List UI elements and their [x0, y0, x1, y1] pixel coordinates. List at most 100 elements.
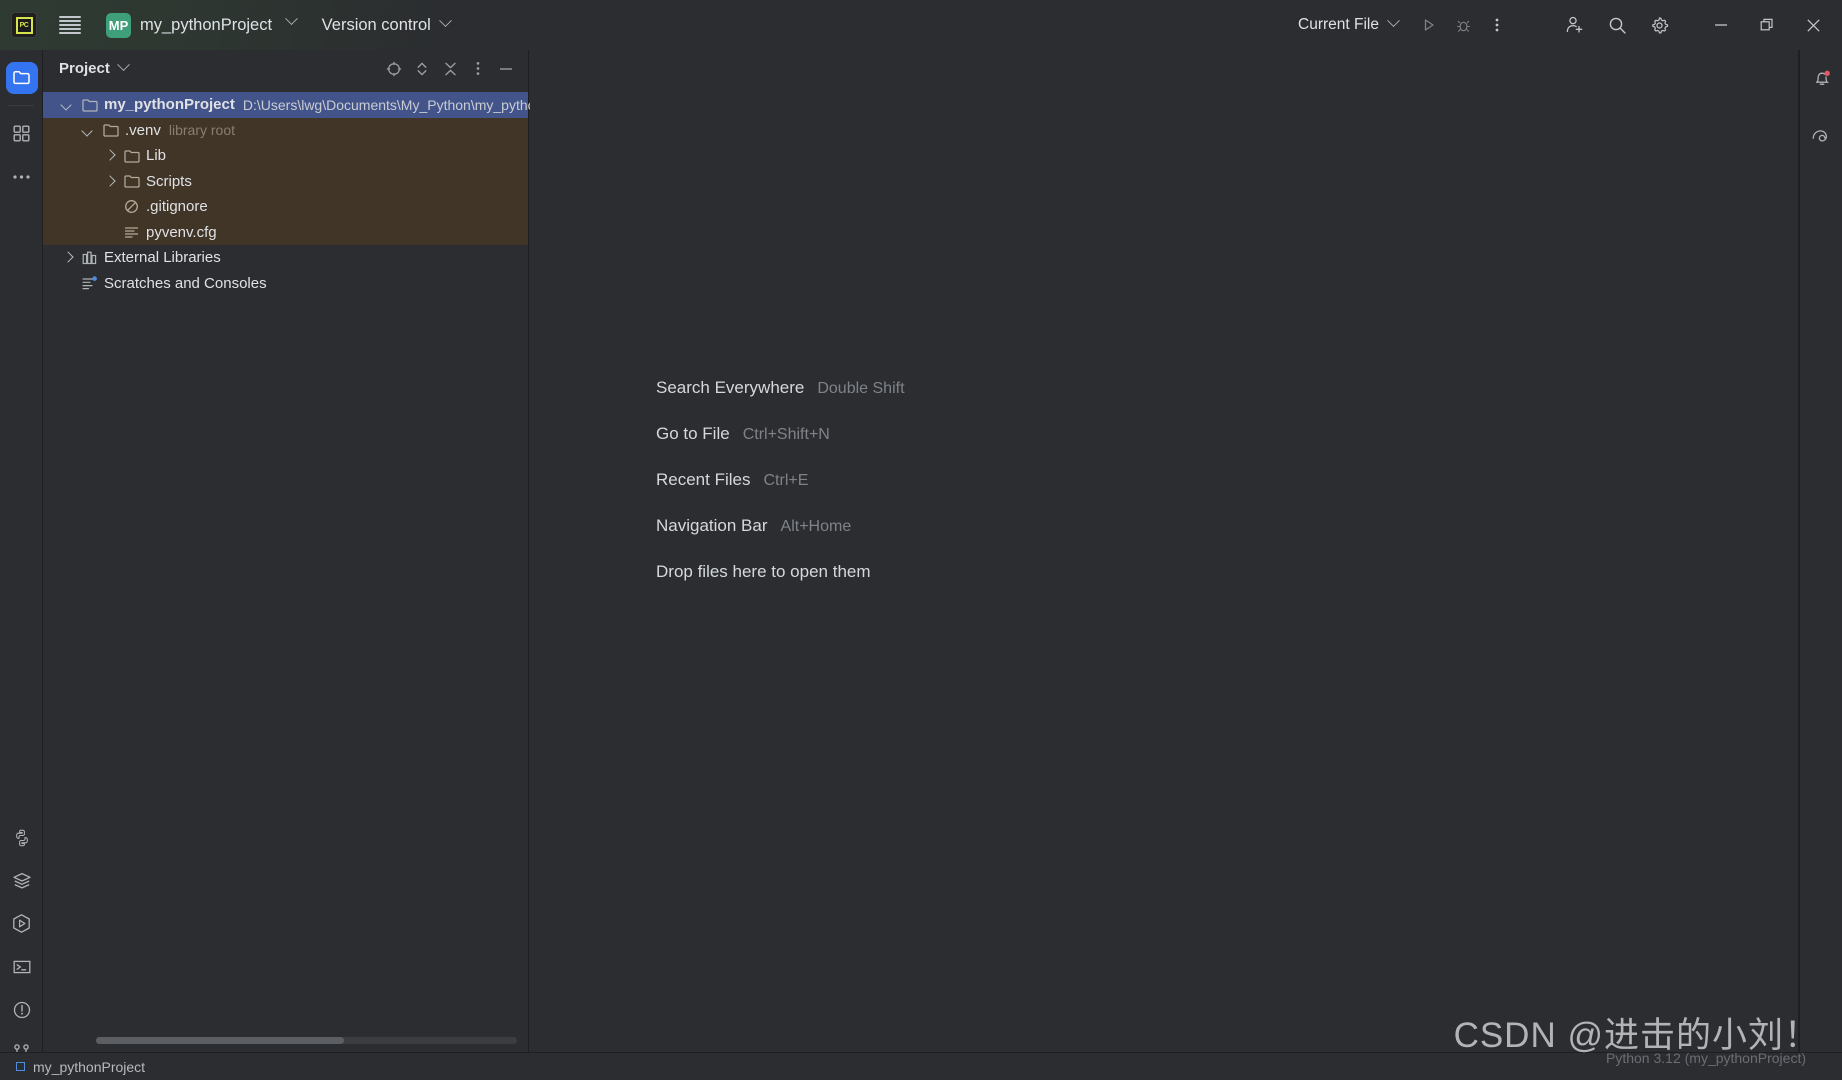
more-vertical-icon[interactable] — [1480, 8, 1514, 42]
sidebar-item-project[interactable] — [0, 56, 43, 99]
tree-row[interactable]: External Libraries — [43, 245, 528, 271]
more-vertical-icon[interactable] — [464, 55, 492, 83]
editor-hint-label: Go to File — [656, 424, 730, 443]
editor-hint-label: Search Everywhere — [656, 378, 805, 397]
close-icon[interactable] — [1790, 0, 1836, 50]
pycharm-window: PC MP my_pythonProject Version control C… — [0, 0, 1842, 1080]
tree-arrow-placeholder — [103, 226, 116, 239]
chevron-right-icon[interactable] — [61, 251, 74, 264]
status-project-label: my_pythonProject — [33, 1058, 146, 1075]
run-configuration-label: Current File — [1298, 16, 1379, 33]
notifications-button[interactable] — [1800, 56, 1842, 99]
status-project[interactable]: my_pythonProject — [16, 1059, 145, 1075]
library-icon — [80, 250, 99, 266]
gear-icon[interactable] — [1642, 8, 1676, 42]
scratches-icon — [80, 275, 99, 291]
horizontal-scrollbar[interactable] — [96, 1037, 517, 1044]
chevron-down-icon[interactable] — [82, 124, 95, 137]
tree-row[interactable]: pyvenv.cfg — [43, 219, 528, 245]
tree-arrow-placeholder — [61, 277, 74, 290]
tree-row-label: External Libraries — [104, 249, 221, 267]
editor-hint: Drop files here to open them — [656, 562, 905, 582]
hide-panel-icon[interactable] — [492, 55, 520, 83]
tree-row[interactable]: Scratches and Consoles — [43, 271, 528, 297]
project-badge: MP — [106, 12, 131, 38]
chevron-down-icon — [438, 13, 452, 27]
tree-row-label: pyvenv.cfg — [146, 223, 217, 241]
main-toolbar: PC MP my_pythonProject Version control C… — [0, 0, 1842, 50]
tree-row-label: .gitignore — [146, 198, 208, 216]
tree-row-label: Scripts — [146, 172, 192, 190]
panel-title: Project — [59, 60, 110, 77]
project-tree: my_pythonProject D:\Users\lwg\Documents\M… — [43, 92, 543, 297]
editor-hint-list: Search Everywhere Double Shift Go to File C… — [656, 378, 905, 608]
restore-icon[interactable] — [1744, 0, 1790, 50]
tree-row[interactable]: Scripts — [43, 168, 528, 194]
gitignore-icon — [122, 199, 141, 215]
chevron-down-icon — [1387, 13, 1400, 27]
sidebar-item-more[interactable] — [0, 155, 43, 198]
folder-icon — [101, 122, 120, 138]
tree-arrow-placeholder — [103, 200, 116, 213]
project-name-label: my_pythonProject — [140, 15, 273, 34]
tree-row[interactable]: Lib — [43, 143, 528, 169]
chevron-right-icon[interactable] — [103, 175, 116, 188]
add-account-icon[interactable] — [1558, 8, 1592, 42]
editor-empty-area: Search Everywhere Double Shift Go to File C… — [530, 50, 1799, 1052]
project-name-button[interactable]: my_pythonProject — [140, 11, 298, 35]
tree-row[interactable]: .venv library root — [43, 117, 528, 143]
chevron-right-icon[interactable] — [103, 149, 116, 162]
editor-hint: Go to File Ctrl+Shift+N — [656, 424, 905, 444]
sidebar-item-problems[interactable] — [0, 988, 43, 1031]
editor-hint-label: Drop files here to open them — [656, 562, 871, 581]
editor-hint-shortcut: Alt+Home — [780, 518, 852, 535]
run-icon[interactable] — [1412, 8, 1446, 42]
toolbar-right-group: Current File — [1298, 0, 1842, 50]
tree-row[interactable]: my_pythonProject D:\Users\lwg\Documents\M… — [43, 92, 543, 118]
search-icon[interactable] — [1600, 8, 1634, 42]
debug-icon[interactable] — [1446, 8, 1480, 42]
tree-row-subtitle: library root — [168, 122, 235, 139]
version-control-button[interactable]: Version control — [321, 13, 452, 35]
sidebar-item-terminal[interactable] — [0, 945, 43, 988]
tree-row-label: .venv — [125, 121, 161, 139]
editor-hint-label: Recent Files — [656, 470, 751, 489]
tree-row-label: Scratches and Consoles — [104, 274, 267, 292]
hamburger-menu-icon[interactable] — [59, 16, 81, 34]
target-icon[interactable] — [380, 55, 408, 83]
sidebar-item-run[interactable] — [0, 902, 43, 945]
left-tool-rail — [0, 50, 43, 1080]
tree-row[interactable]: .gitignore — [43, 194, 528, 220]
sidebar-item-structure[interactable] — [0, 112, 43, 155]
version-control-label: Version control — [321, 15, 431, 34]
editor-hint: Recent Files Ctrl+E — [656, 470, 905, 490]
project-panel-header: Project — [43, 50, 528, 87]
editor-hint: Navigation Bar Alt+Home — [656, 516, 905, 536]
folder-icon — [80, 97, 99, 113]
right-tool-rail — [1799, 50, 1842, 1080]
editor-hint-label: Navigation Bar — [656, 516, 768, 535]
pycharm-logo-icon: PC — [11, 12, 37, 38]
editor-hint-shortcut: Ctrl+Shift+N — [742, 426, 830, 443]
scrollbar-thumb[interactable] — [96, 1037, 345, 1044]
sidebar-item-python-packages[interactable] — [0, 816, 43, 859]
sidebar-item-database[interactable] — [0, 859, 43, 902]
panel-action-group — [380, 55, 528, 83]
expand-collapse-icon[interactable] — [408, 55, 436, 83]
run-configuration-selector[interactable]: Current File — [1298, 13, 1400, 34]
collapse-all-icon[interactable] — [436, 55, 464, 83]
watermark-text: CSDN @进击的小刘！ — [1453, 1016, 1820, 1055]
tree-row-label: Lib — [146, 147, 167, 165]
minimize-icon[interactable] — [1698, 0, 1744, 50]
project-tool-window: Project my_pythonProject D:\Users\lwg\Do… — [43, 50, 543, 1052]
chevron-down-icon[interactable] — [116, 57, 130, 71]
editor-hint-shortcut: Double Shift — [817, 380, 905, 397]
chevron-down-icon[interactable] — [61, 98, 74, 111]
tree-row-path: D:\Users\lwg\Documents\My_Python\my_pyth… — [242, 96, 544, 113]
project-square-icon — [16, 1062, 25, 1071]
ai-assistant-button[interactable] — [1800, 115, 1842, 158]
tree-row-label: my_pythonProject — [104, 96, 235, 114]
folder-icon — [122, 148, 141, 164]
rail-divider — [8, 105, 34, 106]
chevron-down-icon — [284, 11, 298, 25]
